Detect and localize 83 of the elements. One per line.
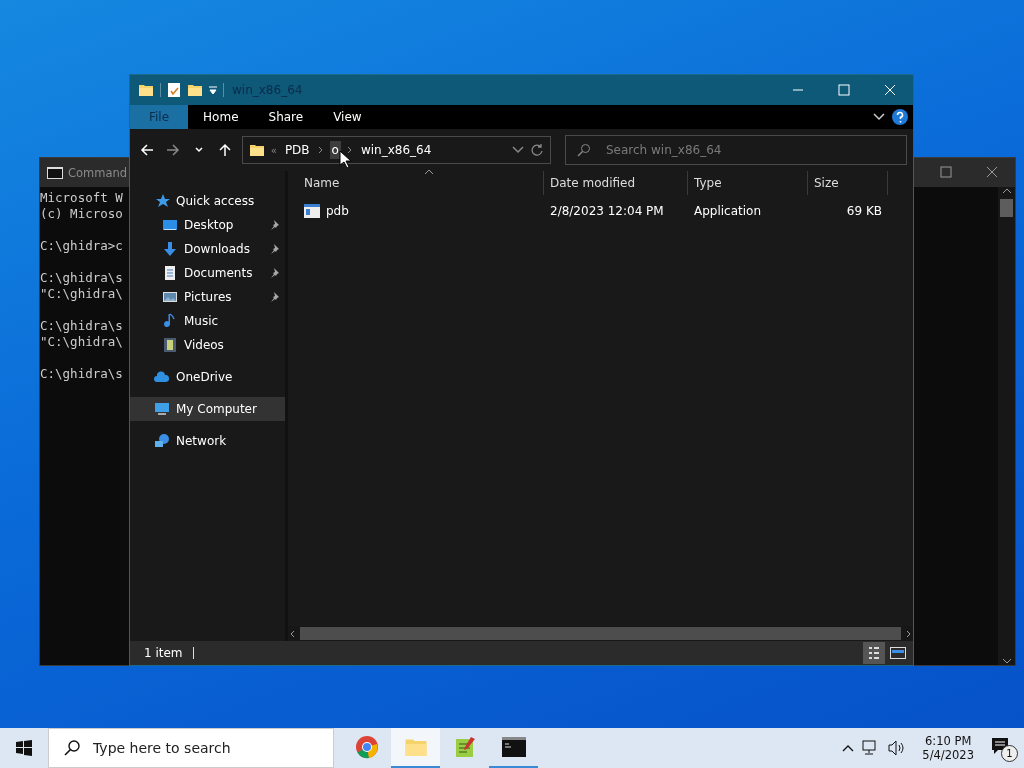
search-field[interactable]: Search win_x86_64 [565, 135, 907, 165]
address-bar[interactable]: « PDB o win_x86_64 [241, 136, 551, 164]
music-icon [162, 313, 178, 329]
column-header[interactable]: Type [688, 171, 808, 195]
browser-icon [354, 735, 379, 759]
ribbon-tab[interactable]: View [318, 105, 377, 129]
console-icon [47, 166, 63, 179]
table-cell-text: Application [693, 204, 763, 218]
console-line: (c) Microso [40, 206, 123, 222]
breadcrumb-segment[interactable]: win_x86_64 [358, 141, 434, 159]
mouse-cursor [339, 150, 351, 168]
details-view-button[interactable] [863, 642, 885, 664]
video-icon [162, 337, 178, 353]
search-icon [64, 740, 80, 756]
desktop-icon [162, 217, 178, 233]
console-line: C:\ghidra\s [40, 270, 123, 286]
ribbon-tab[interactable]: Home [188, 105, 254, 129]
nav-item[interactable]: Downloads [130, 237, 285, 261]
console-line: "C:\ghidra\ [40, 286, 123, 302]
nav-item[interactable]: Pictures [130, 285, 285, 309]
nav-item[interactable]: My Computer [130, 397, 285, 421]
star-icon [154, 193, 170, 209]
search-icon [577, 143, 591, 157]
folder-icon [248, 142, 265, 158]
column-header[interactable]: Size [808, 171, 888, 195]
clock-date[interactable]: 5/4/2023 [922, 748, 974, 762]
status-text: 1 item [144, 646, 183, 660]
back-arrow-icon [139, 143, 154, 157]
scroll-thumb[interactable] [1000, 199, 1013, 217]
chevron-up-icon[interactable] [842, 744, 855, 752]
window-title: Command [68, 165, 128, 180]
console-line: C:\ghidra\s [40, 366, 123, 382]
console-line: "C:\ghidra\ [40, 334, 123, 350]
nav-item[interactable]: Videos [130, 333, 285, 357]
new-folder-icon [187, 82, 203, 98]
sort-ascending-icon [424, 169, 434, 175]
table-cell-text: 2/8/2023 12:04 PM [549, 204, 665, 218]
nav-item[interactable]: Network [130, 429, 285, 453]
breadcrumb-segment[interactable]: PDB [282, 141, 312, 159]
ribbon-tab[interactable]: Share [253, 105, 319, 129]
column-header[interactable]: Date modified [544, 171, 688, 195]
terminal-icon [501, 737, 526, 757]
pictures-icon [162, 289, 178, 305]
details-view-icon [868, 646, 880, 660]
properties-icon[interactable] [167, 82, 181, 98]
chevron-down-icon [193, 146, 204, 154]
dropdown-icon[interactable] [512, 146, 524, 154]
computer-icon [154, 401, 170, 417]
download-icon [162, 241, 178, 257]
clock-time[interactable]: 6:10 PM [925, 734, 972, 748]
forward-arrow-icon [165, 143, 180, 157]
scrollbar[interactable] [998, 187, 1015, 665]
help-icon[interactable] [891, 108, 909, 126]
document-icon [162, 265, 178, 281]
console-line: Microsoft W [40, 190, 123, 206]
expand-ribbon-icon[interactable] [873, 113, 885, 121]
application-icon [304, 204, 320, 218]
table-cell-text: 69 KB [845, 204, 883, 218]
folder-icon [138, 82, 154, 98]
nav-item[interactable]: Documents [130, 261, 285, 285]
cloud-icon [154, 369, 170, 385]
start-icon [16, 740, 32, 756]
horizontal-scrollbar[interactable] [288, 626, 913, 641]
scroll-down-icon[interactable] [1001, 657, 1012, 665]
scroll-thumb[interactable] [300, 627, 901, 640]
refresh-icon[interactable] [530, 143, 544, 157]
scroll-up-icon[interactable] [1001, 187, 1012, 195]
column-header[interactable]: Name [288, 171, 544, 195]
taskbar-search-field[interactable]: Type here to search [48, 728, 334, 768]
nav-item[interactable]: Music [130, 309, 285, 333]
file-name-cell[interactable]: pdb [288, 204, 544, 218]
up-arrow-icon [217, 143, 232, 157]
console-line: C:\ghidra>c [40, 238, 123, 254]
nav-item[interactable]: Desktop [130, 213, 285, 237]
chevron-icon[interactable] [346, 146, 353, 154]
volume-icon[interactable] [888, 740, 907, 756]
overflow-chevron[interactable]: « [270, 144, 277, 156]
console-line: C:\ghidra\s [40, 318, 123, 334]
nav-item[interactable]: Quick access [130, 189, 285, 213]
nav-item[interactable]: OneDrive [130, 365, 285, 389]
tiles-view-icon [890, 647, 906, 659]
chevron-icon[interactable] [317, 146, 324, 154]
network-icon [154, 433, 170, 449]
